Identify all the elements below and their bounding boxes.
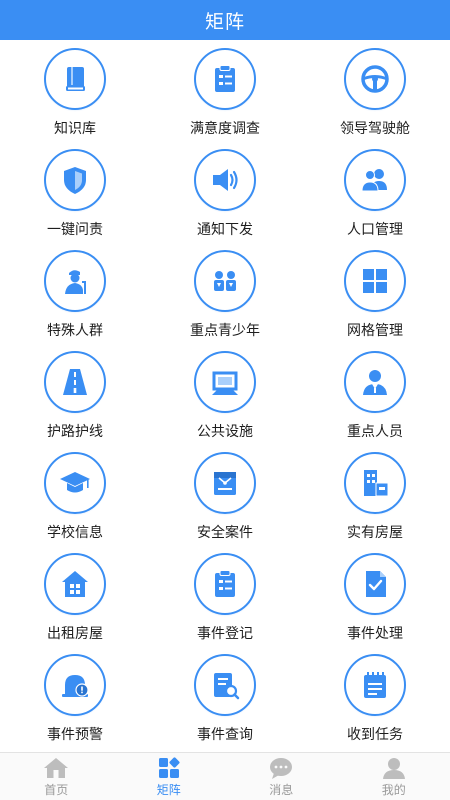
grid-item-label: 学校信息 (47, 525, 103, 541)
grid-item-label: 收到任务 (347, 727, 403, 743)
message-icon (268, 756, 294, 780)
house-icon (44, 553, 106, 615)
grid-item-label: 特殊人群 (47, 323, 103, 339)
function-grid: 知识库 满意度调查 领导驾驶舱 一键问责 通知下发 人口管理 特殊人群 重点青少… (0, 40, 450, 752)
app-header: 矩阵 (0, 0, 450, 40)
grid-item-key-teenagers[interactable]: 重点青少年 (150, 250, 300, 351)
grid-item-security-cases[interactable]: 安全案件 (150, 452, 300, 553)
grid-item-key-personnel[interactable]: 重点人员 (300, 351, 450, 452)
people-icon (344, 149, 406, 211)
case-icon (194, 452, 256, 514)
grid-item-label: 事件预警 (47, 727, 103, 743)
register-icon (194, 553, 256, 615)
teenagers-icon (194, 250, 256, 312)
home-icon (43, 756, 69, 780)
grid-item-label: 公共设施 (197, 424, 253, 440)
grid-item-satisfaction-survey[interactable]: 满意度调查 (150, 48, 300, 149)
grid-item-actual-housing[interactable]: 实有房屋 (300, 452, 450, 553)
tab-label: 首页 (44, 782, 69, 797)
grid-icon (344, 250, 406, 312)
grid-item-label: 知识库 (54, 121, 96, 137)
grid-item-knowledge-base[interactable]: 知识库 (0, 48, 150, 149)
alarm-icon (44, 654, 106, 716)
book-icon (44, 48, 106, 110)
grid-item-public-facilities[interactable]: 公共设施 (150, 351, 300, 452)
matrix-icon (156, 756, 182, 780)
grid-item-label: 事件查询 (197, 727, 253, 743)
grid-item-event-handling[interactable]: 事件处理 (300, 553, 450, 654)
grid-item-label: 一键问责 (47, 222, 103, 238)
task-icon (344, 654, 406, 716)
grid-item-label: 通知下发 (197, 222, 253, 238)
grid-item-special-groups[interactable]: 特殊人群 (0, 250, 150, 351)
page-title: 矩阵 (204, 10, 245, 33)
speaker-icon (194, 149, 256, 211)
tab-label: 矩阵 (156, 782, 181, 797)
grid-item-label: 安全案件 (197, 525, 253, 541)
tab-mine[interactable]: 我的 (338, 753, 450, 800)
user-icon (381, 756, 407, 780)
grid-item-event-registration[interactable]: 事件登记 (150, 553, 300, 654)
tab-messages[interactable]: 消息 (225, 753, 338, 800)
steering-wheel-icon (344, 48, 406, 110)
tab-matrix[interactable]: 矩阵 (113, 753, 226, 800)
building-icon (344, 452, 406, 514)
grid-item-notification[interactable]: 通知下发 (150, 149, 300, 250)
grid-item-label: 网格管理 (347, 323, 403, 339)
grid-item-event-query[interactable]: 事件查询 (150, 654, 300, 755)
tab-label: 我的 (381, 782, 406, 797)
person-icon (344, 351, 406, 413)
grid-item-label: 满意度调查 (190, 121, 260, 137)
grid-item-population-management[interactable]: 人口管理 (300, 149, 450, 250)
grid-item-label: 事件处理 (347, 626, 403, 642)
facility-icon (194, 351, 256, 413)
grid-item-label: 重点青少年 (190, 323, 260, 339)
clipboard-icon (194, 48, 256, 110)
grid-item-label: 实有房屋 (347, 525, 403, 541)
grid-item-label: 重点人员 (347, 424, 403, 440)
graduation-cap-icon (44, 452, 106, 514)
grid-item-one-click-accountability[interactable]: 一键问责 (0, 149, 150, 250)
elderly-icon (44, 250, 106, 312)
grid-item-label: 护路护线 (47, 424, 103, 440)
bottom-tab-bar: 首页 矩阵 消息 我的 (0, 752, 450, 800)
search-document-icon (194, 654, 256, 716)
grid-item-leader-cockpit[interactable]: 领导驾驶舱 (300, 48, 450, 149)
tab-label: 消息 (269, 782, 294, 797)
grid-item-grid-management[interactable]: 网格管理 (300, 250, 450, 351)
tab-home[interactable]: 首页 (0, 753, 113, 800)
shield-icon (44, 149, 106, 211)
grid-item-road-protection[interactable]: 护路护线 (0, 351, 150, 452)
grid-item-label: 领导驾驶舱 (340, 121, 410, 137)
grid-item-rental-housing[interactable]: 出租房屋 (0, 553, 150, 654)
document-check-icon (344, 553, 406, 615)
road-icon (44, 351, 106, 413)
grid-item-label: 事件登记 (197, 626, 253, 642)
grid-item-event-warning[interactable]: 事件预警 (0, 654, 150, 755)
grid-item-received-tasks[interactable]: 收到任务 (300, 654, 450, 755)
grid-item-label: 人口管理 (347, 222, 403, 238)
grid-item-label: 出租房屋 (47, 626, 103, 642)
grid-item-school-info[interactable]: 学校信息 (0, 452, 150, 553)
